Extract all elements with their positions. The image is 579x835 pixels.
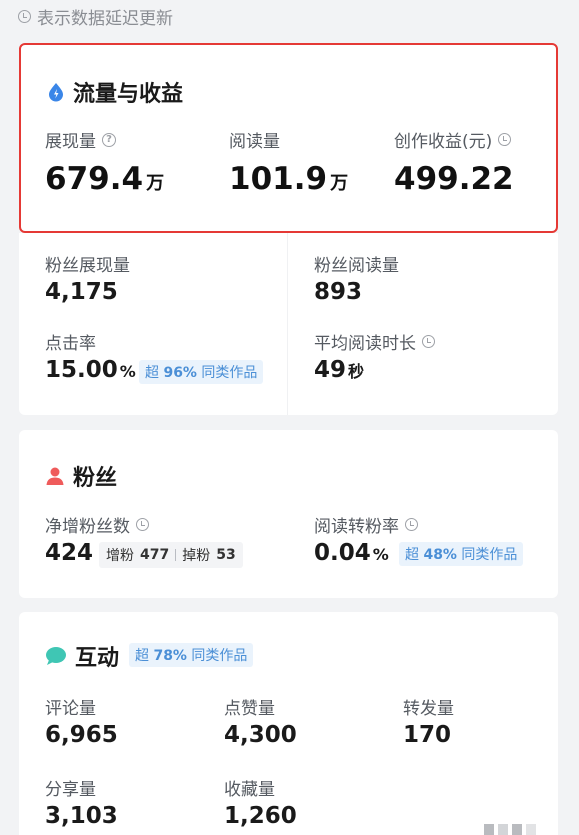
fan-gain-loss-pill: 增粉 477 掉粉 53	[99, 542, 243, 568]
net-new-fans-value: 424	[45, 540, 94, 566]
impressions-label: 展现量 ?	[45, 127, 116, 152]
revenue-label: 创作收益(元)	[394, 127, 512, 152]
clock-icon	[422, 335, 435, 348]
blurred-watermark	[484, 824, 536, 835]
comments-value: 6,965	[45, 722, 118, 748]
comments-label: 评论量	[45, 699, 96, 719]
clock-icon	[498, 133, 512, 146]
clock-icon	[18, 10, 31, 23]
traffic-revenue-card: 流量与收益 展现量 ? 679.4 万 阅读量 101.9 万 创作收益(元) 49…	[19, 43, 558, 233]
avg-read-time-value: 49 秒	[314, 357, 365, 383]
favorites-label: 收藏量	[224, 780, 275, 800]
ctr-badge: 超 96% 同类作品	[139, 360, 264, 384]
column-divider	[287, 233, 288, 415]
fan-reads-value: 893	[314, 279, 363, 305]
likes-value: 4,300	[224, 722, 297, 748]
interaction-card: 互动 超 78% 同类作品 评论量 6,965 点赞量 4,300 转发量 17…	[19, 612, 558, 835]
shares-label: 分享量	[45, 780, 96, 800]
fans-title-text: 粉丝	[73, 466, 118, 491]
fans-section-title: 粉丝	[45, 460, 117, 492]
clock-icon	[405, 518, 418, 531]
avg-read-time-label: 平均阅读时长	[314, 329, 435, 354]
reads-label: 阅读量	[229, 132, 280, 152]
traffic-section-title: 流量与收益	[47, 76, 183, 108]
delay-note: 表示数据延迟更新	[18, 4, 173, 29]
revenue-value: 499.22	[394, 161, 514, 197]
shares-value: 3,103	[45, 803, 118, 829]
fan-impressions-value: 4,175	[45, 279, 118, 305]
forwards-value: 170	[403, 722, 452, 748]
clock-icon	[136, 518, 149, 531]
net-new-fans-label: 净增粉丝数	[45, 512, 149, 537]
interaction-badge: 超 78% 同类作品	[129, 643, 254, 667]
conversion-badge: 超 48% 同类作品	[399, 542, 524, 566]
fans-card: 粉丝 净增粉丝数 424 增粉 477 掉粉 53 阅读转粉率 0.04% 超 48…	[19, 430, 558, 598]
ctr-label: 点击率	[45, 334, 96, 354]
fan-reads-label: 粉丝阅读量	[314, 256, 399, 276]
likes-label: 点赞量	[224, 699, 275, 719]
interaction-title-text: 互动	[75, 646, 120, 671]
question-icon[interactable]: ?	[102, 132, 116, 147]
conversion-value: 0.04%	[314, 540, 389, 566]
traffic-drop-icon	[49, 83, 63, 102]
forwards-label: 转发量	[403, 699, 454, 719]
ctr-value: 15.00%	[45, 357, 136, 383]
traffic-title-text: 流量与收益	[73, 82, 184, 107]
chat-bubble-icon	[46, 647, 66, 665]
conversion-label: 阅读转粉率	[314, 512, 418, 537]
impressions-value: 679.4 万	[45, 161, 165, 197]
person-icon	[46, 467, 64, 485]
delay-note-text: 表示数据延迟更新	[37, 9, 173, 29]
fan-metrics-card: 粉丝展现量 4,175 粉丝阅读量 893 点击率 15.00% 超 96% 同…	[19, 233, 558, 415]
favorites-value: 1,260	[224, 803, 297, 829]
interaction-section-title: 互动	[45, 640, 119, 672]
fan-impressions-label: 粉丝展现量	[45, 256, 130, 276]
reads-value: 101.9 万	[229, 161, 349, 197]
